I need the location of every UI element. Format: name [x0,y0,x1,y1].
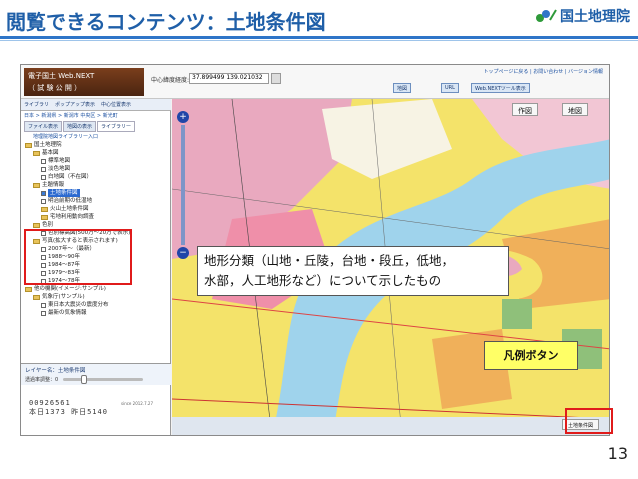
tree-item[interactable]: 基本図 [25,149,167,157]
layer-name: レイヤー名：土地条件図 [25,368,86,374]
folder-icon[interactable] [33,222,40,228]
tree-item-label: 最新の気象情報 [48,310,87,316]
app-tabbar: ライブラリ ポップアップ表示 中心位置表示 [21,99,171,111]
tree-item-label: 主題情報 [42,182,65,188]
toolbar-tools-button[interactable]: Web.NEXTツール表示 [471,83,530,93]
top-links[interactable]: トップページに戻る | お問い合わせ | バージョン情報 [483,68,603,75]
folder-icon[interactable] [33,182,40,188]
legend-button-callout: 凡例ボタン [484,341,578,370]
tree-item-label: 気象庁(サンプル) [42,294,85,300]
callout-line-2: 水部，人工地形など）について示したもの [204,273,442,288]
checkbox[interactable] [41,174,46,180]
tree-item[interactable]: 国土地理院 [25,141,167,149]
draw-tab[interactable]: 作図 [512,103,538,116]
toolbar-map-button[interactable]: 地図 [393,83,412,93]
tab-popup[interactable]: ポップアップ表示 [55,101,95,108]
tree-item[interactable]: 宅地利用動向調査 [25,213,167,221]
tree-item-label: 明治前期の低湿地 [48,198,93,204]
app-header: 電子国土 Web.NEXT （ 試 験 公 開 ） 中心緯度経度: 37.899… [21,65,609,99]
tree-item[interactable]: 色別 [25,221,167,229]
folder-icon[interactable] [25,286,32,292]
tree-item[interactable]: 土地条件図 [25,189,167,197]
tree-title[interactable]: 地理院地図ライブラリー入口 [33,133,98,140]
coord-input[interactable]: 37.899499 139.021032 [189,73,269,84]
folder-icon[interactable] [41,206,48,212]
brand: 国土地理院 [535,6,630,26]
map-tab[interactable]: 地図 [562,103,588,116]
app-logo: 電子国土 Web.NEXT （ 試 験 公 開 ） [24,68,144,96]
tree-item[interactable]: 東日本大震災の震度分布 [25,301,167,309]
tree-item[interactable]: 主題情報 [25,181,167,189]
highlight-thematic-info [24,229,132,285]
tree-item-label: 火山土地条件図 [50,206,89,212]
highlight-legend-button [565,408,613,434]
tree-item[interactable]: 火山土地条件図 [25,205,167,213]
opacity-label: 透過率調整：0 [25,377,59,383]
zoom-in-button[interactable]: + [177,111,189,123]
tab-center[interactable]: 中心位置表示 [101,101,131,108]
tree-item[interactable]: 明治前期の低湿地 [25,197,167,205]
checkbox[interactable] [41,302,46,308]
slide-title: 閲覧できるコンテンツ：土地条件図 [6,10,326,34]
tree-item-label: 宅地利用動向調査 [50,214,95,220]
tree-item-label: 東日本大震災の震度分布 [48,302,109,308]
tab-library-list[interactable]: ライブラリー [97,121,136,132]
folder-icon[interactable] [41,214,48,220]
tab-library[interactable]: ライブラリ [24,101,49,108]
toolbar-url-button[interactable]: URL [441,83,459,93]
coord-label: 中心緯度経度: [151,77,190,84]
tree-item[interactable]: 最新の気象情報 [25,309,167,317]
sidebar: 日本 > 新潟県 > 新潟市 中央区 > 新光町 ファイル表示 地図の表示 ライ… [21,111,171,435]
tree-item-label: 白地図（不在図） [48,174,93,180]
checkbox[interactable] [41,190,46,196]
zoom-slider[interactable] [181,125,185,245]
tab-file[interactable]: ファイル表示 [24,121,63,132]
checkbox[interactable] [41,166,46,172]
tree-item[interactable]: 他の機関(イメージ:サンプル) [25,285,167,293]
tree-item-label: 色別 [42,222,54,228]
title-divider-secondary [0,40,638,41]
gsi-logo-icon [535,8,557,24]
checkbox[interactable] [41,158,46,164]
checkbox[interactable] [41,310,46,316]
tree-item-label: 淡色地図 [48,166,71,172]
map-description-callout: 地形分類（山地・丘陵，台地・段丘，低地， 水部，人工地形など）について示したもの [197,246,509,296]
tree-item-label: 標準地図 [48,158,71,164]
breadcrumb[interactable]: 日本 > 新潟県 > 新潟市 中央区 > 新光町 [24,112,118,119]
coord-search-button[interactable] [271,73,281,84]
tree-item[interactable]: 気象庁(サンプル) [25,293,167,301]
checkbox[interactable] [41,198,46,204]
app-logo-subtitle: （ 試 験 公 開 ） [28,84,82,92]
zoom-control: + − [177,109,189,279]
app-logo-title: 電子国土 Web.NEXT [28,72,95,80]
tree-item[interactable]: 標準地図 [25,157,167,165]
sidebar-tabs: ファイル表示 地図の表示 ライブラリー [24,121,136,132]
opacity-slider-track[interactable] [63,378,143,381]
folder-icon[interactable] [33,294,40,300]
folder-icon[interactable] [25,142,32,148]
callout-line-1: 地形分類（山地・丘陵，台地・段丘，低地， [204,253,455,268]
opacity-slider-handle[interactable] [81,375,87,384]
page-number: 13 [607,444,628,463]
tree-item-label: 他の機関(イメージ:サンプル) [34,286,106,292]
folder-icon[interactable] [33,150,40,156]
title-divider [0,36,638,39]
counter-daily: 本日1373 昨日5140 [29,408,108,416]
layer-panel: レイヤー名：土地条件図 透過率調整：0 [21,363,171,385]
counter-total: 00926561 [29,399,71,407]
zoom-out-button[interactable]: − [177,247,189,259]
tree-item[interactable]: 淡色地図 [25,165,167,173]
tree-item[interactable]: 白地図（不在図） [25,173,167,181]
tree-item-label: 土地条件図 [48,189,80,197]
tree-item-label: 国土地理院 [34,142,62,148]
tree-item-label: 基本図 [42,150,59,156]
access-counter: 00926561 本日1373 昨日5140 [29,399,108,417]
brand-name: 国土地理院 [560,9,630,25]
tab-map-display[interactable]: 地図の表示 [63,121,97,132]
since-date: since 2012.7.27 [121,401,154,406]
